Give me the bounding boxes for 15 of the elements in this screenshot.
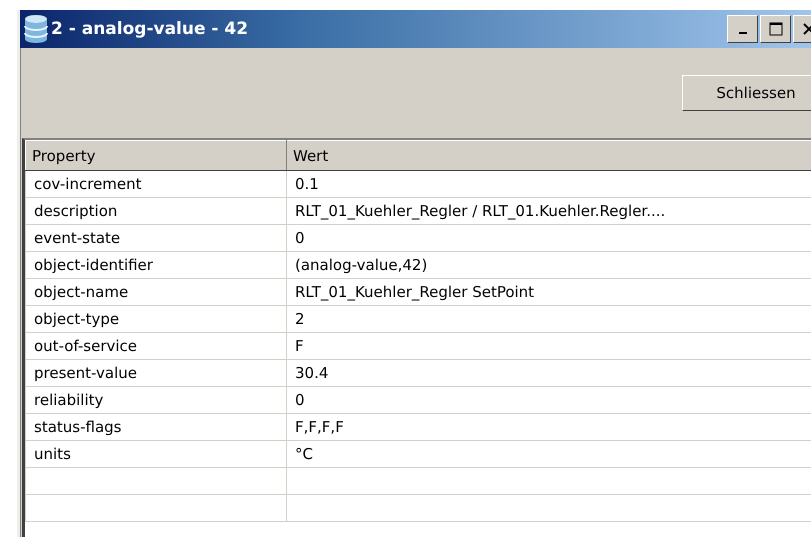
table-cell: cov-increment <box>26 170 286 198</box>
window-title: 2 - analog-value - 42 <box>51 19 250 39</box>
table-cell: present-value <box>26 360 286 386</box>
table-cell: object-type <box>26 306 286 332</box>
table-cell: reliability <box>26 386 286 414</box>
table-cell: description <box>26 198 286 224</box>
table-cell: out-of-service <box>26 332 286 360</box>
close-dialog-button[interactable]: Schliessen <box>682 75 811 111</box>
table-cell: object-identifier <box>26 252 286 278</box>
column-header[interactable]: Wert <box>286 140 811 170</box>
table-cell: status-flags <box>26 414 286 440</box>
column-header[interactable]: Property <box>26 140 286 170</box>
table-cell: event-state <box>26 224 286 252</box>
table-cell: object-name <box>26 278 286 306</box>
table-cell: units <box>26 440 286 468</box>
